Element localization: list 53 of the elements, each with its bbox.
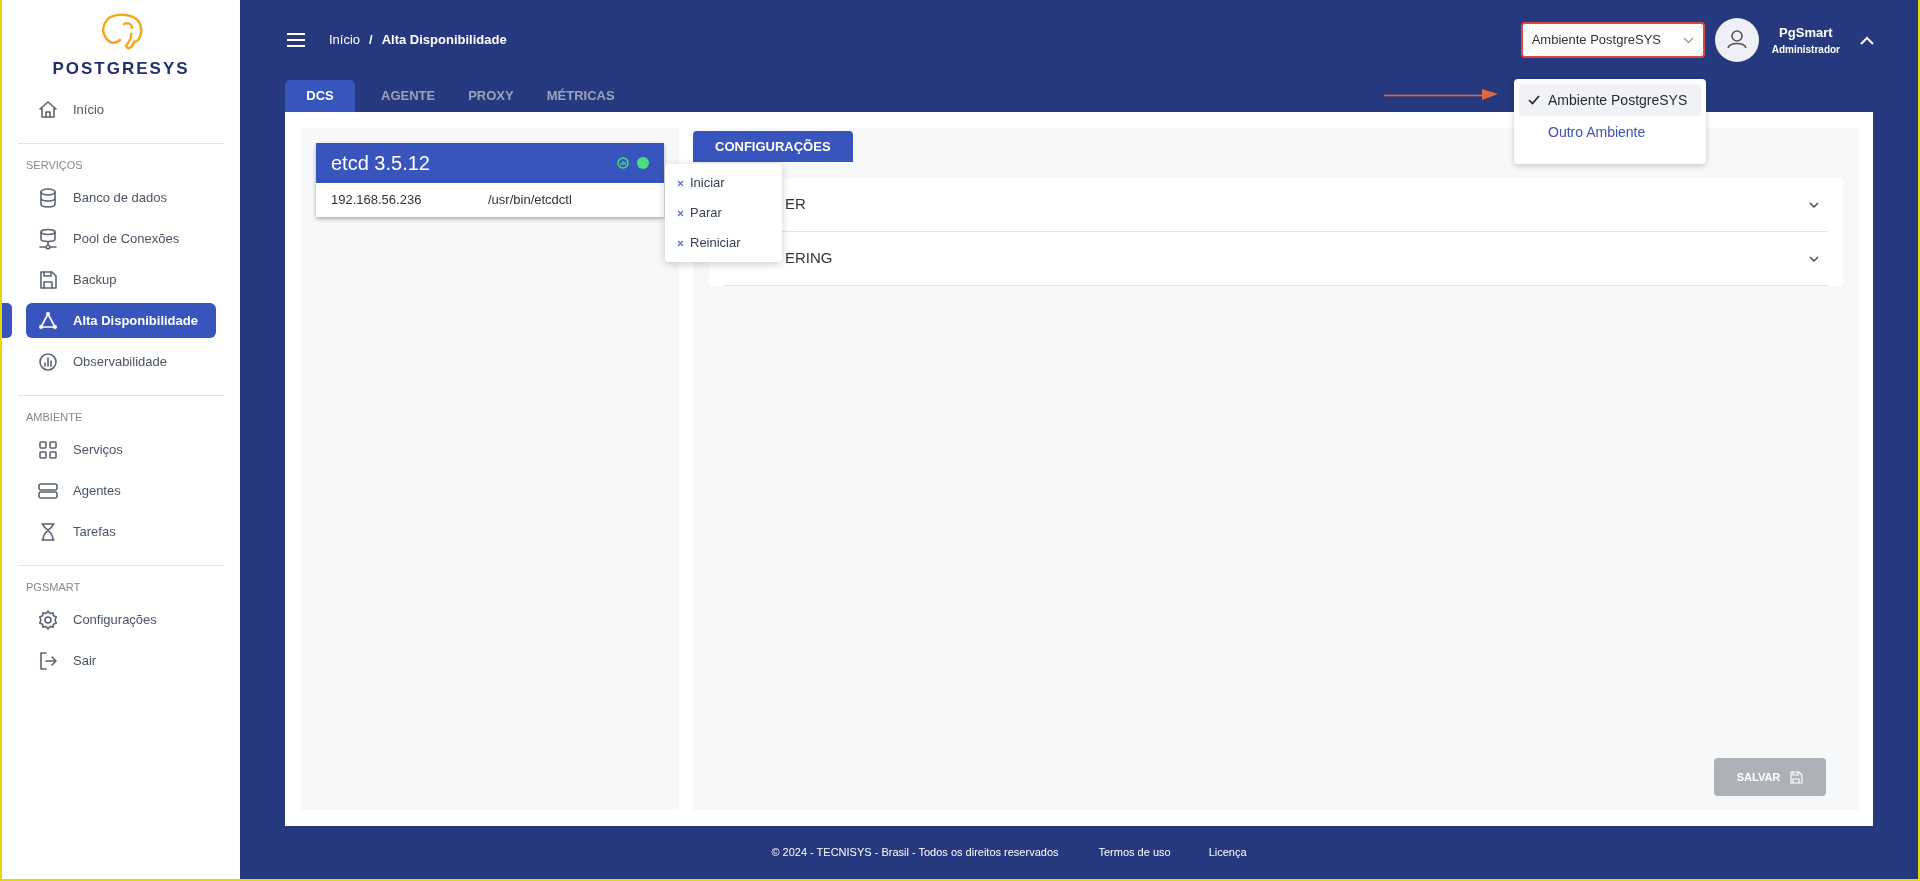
chevron-down-icon (1809, 201, 1819, 208)
tab[interactable]: CONFIGURAÇÕES (693, 131, 853, 162)
logo-text: POSTGRESYS (52, 58, 190, 80)
node-address: 192.168.56.236 (331, 191, 423, 210)
breadcrumb-link[interactable]: Início (329, 30, 361, 50)
tab[interactable]: PROXY (461, 80, 521, 112)
breadcrumb-link[interactable]: Alta Disponibilidade (381, 30, 507, 50)
footer-link[interactable]: Termos de uso (1098, 844, 1171, 861)
menu-icon[interactable] (287, 33, 305, 47)
nav-item[interactable]: Pool de Conexões (26, 221, 216, 256)
footer-link[interactable]: Licença (1208, 844, 1247, 861)
active-indicator (2, 303, 12, 338)
nav-item[interactable]: Sair (26, 643, 216, 678)
tab[interactable]: MÉTRICAS (539, 80, 622, 112)
environment-select[interactable]: Ambiente PostgreSYS (1520, 22, 1705, 58)
nav-item[interactable]: Configurações (26, 602, 216, 637)
triangle-nodes-icon (37, 309, 59, 332)
server-network-icon (37, 227, 59, 250)
section-heading: PGSMART (26, 579, 82, 595)
tab[interactable]: AGENTE (374, 80, 443, 112)
nav-item[interactable]: Observabilidade (26, 344, 216, 379)
nav-item[interactable]: Serviços (26, 432, 216, 467)
grid-icon (37, 438, 59, 461)
chevron-down-icon (1682, 36, 1694, 44)
chevron-down-icon (1809, 255, 1819, 262)
user-name: PgSmart (1779, 23, 1833, 42)
nav-item[interactable]: Backup (26, 262, 216, 297)
breadcrumb-separator: / (369, 31, 373, 50)
checkmark-icon (1528, 95, 1540, 105)
tab[interactable]: DCS (285, 80, 355, 112)
nav-item[interactable]: Tarefas (26, 514, 216, 549)
dropdown-option[interactable]: Ambiente PostgreSYS (1519, 84, 1701, 116)
nav-item[interactable]: Início (26, 92, 216, 127)
close-icon (677, 239, 684, 247)
node-title: etcd 3.5.12 (331, 151, 430, 176)
logout-icon (37, 649, 59, 672)
chart-icon[interactable] (617, 157, 629, 169)
close-icon (677, 179, 684, 187)
database-icon (37, 186, 59, 209)
node-path: /usr/bin/etcdctl (488, 191, 572, 210)
user-role: Administrador (1771, 43, 1840, 58)
settings-icon (37, 608, 59, 631)
section-heading: AMBIENTE (26, 409, 84, 425)
home-icon (37, 98, 59, 121)
copyright-text: © 2024 - TECNISYS - Brasil - Todos os direitos reservados (771, 845, 1059, 861)
avatar-icon[interactable] (1714, 18, 1759, 62)
close-icon (677, 209, 684, 217)
bar-chart-circle-icon (37, 350, 59, 373)
dropdown-option[interactable]: Outro Ambiente (1519, 116, 1701, 148)
section-heading: SERVIÇOS (26, 157, 84, 173)
nav-item[interactable]: Agentes (26, 473, 216, 508)
chevron-up-icon[interactable] (1860, 35, 1874, 45)
nav-item[interactable]: Banco de dados (26, 180, 216, 215)
